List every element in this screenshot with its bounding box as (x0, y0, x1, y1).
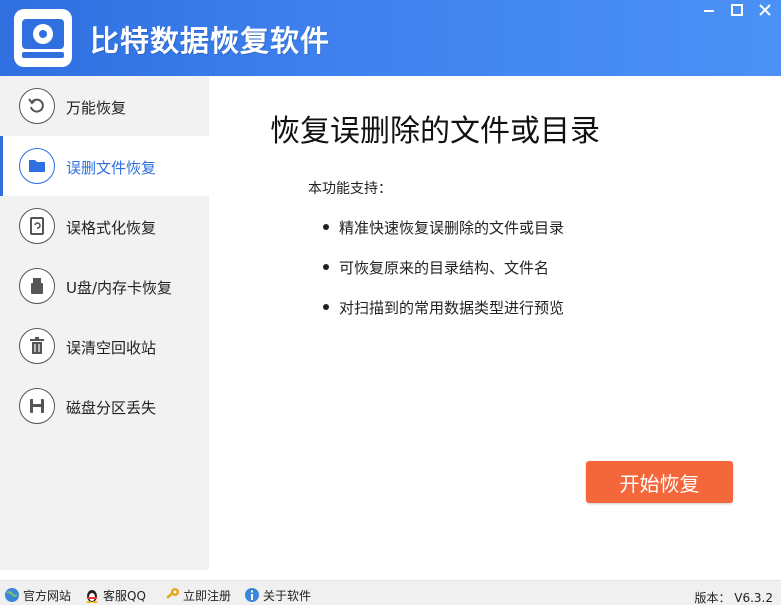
customer-qq-link[interactable]: 客服QQ (84, 586, 146, 604)
sidebar-item-format-recovery[interactable]: 误格式化恢复 (0, 196, 209, 256)
sidebar-item-label: 磁盘分区丢失 (66, 399, 157, 417)
about-software-link[interactable]: 关于软件 (244, 586, 311, 604)
official-website-link[interactable]: 官方网站 (4, 586, 71, 604)
sidebar-item-universal-recovery[interactable]: 万能恢复 (0, 76, 209, 136)
start-recovery-button[interactable]: 开始恢复 (586, 461, 733, 503)
status-bar: 官方网站 客服QQ 立即注册 关于软件 版本： V6.3.2 (0, 580, 781, 605)
qq-penguin-icon (86, 590, 98, 603)
page-title: 恢复误删除的文件或目录 (270, 114, 600, 149)
maximize-icon (731, 4, 743, 16)
maximize-button[interactable] (723, 0, 751, 20)
key-icon (166, 588, 179, 599)
sidebar-item-label: 误清空回收站 (66, 339, 157, 357)
sidebar-item-label: 万能恢复 (66, 99, 127, 117)
floppy-disk-icon (19, 388, 55, 424)
register-link[interactable]: 立即注册 (164, 586, 231, 604)
disk-format-icon (19, 208, 55, 244)
bullet-icon (323, 224, 329, 230)
sidebar-item-label: 误删文件恢复 (66, 159, 157, 177)
title-bar: 比特数据恢复软件 (0, 0, 781, 76)
folder-icon (19, 148, 55, 184)
sidebar-item-usb-recovery[interactable]: U盘/内存卡恢复 (0, 256, 209, 316)
trash-icon (19, 328, 55, 364)
support-label: 本功能支持： (308, 181, 392, 197)
app-title: 比特数据恢复软件 (90, 24, 331, 58)
usb-drive-icon (19, 268, 55, 304)
close-icon (759, 4, 771, 16)
restore-icon (19, 88, 55, 124)
sidebar-item-deleted-files[interactable]: 误删文件恢复 (0, 136, 209, 196)
info-globe-icon (245, 588, 259, 602)
bullet-icon (323, 264, 329, 270)
sidebar: 万能恢复 误删文件恢复 误格式化恢复 U盘/内存卡恢复 误清空回收站 磁盘分区丢… (0, 76, 209, 570)
bullet-icon (323, 304, 329, 310)
sidebar-item-partition-lost[interactable]: 磁盘分区丢失 (0, 376, 209, 436)
minimize-icon (704, 10, 714, 12)
sidebar-item-label: 误格式化恢复 (66, 219, 157, 237)
version-label: 版本： V6.3.2 (694, 591, 773, 605)
globe-icon (5, 588, 19, 602)
main-panel: 恢复误删除的文件或目录 本功能支持： 精准快速恢复误删除的文件或目录 可恢复原来… (209, 76, 781, 570)
sidebar-item-label: U盘/内存卡恢复 (66, 279, 173, 297)
disk-logo-icon (14, 9, 72, 67)
close-button[interactable] (751, 0, 779, 20)
minimize-button[interactable] (695, 0, 723, 20)
sidebar-item-recycle-bin[interactable]: 误清空回收站 (0, 316, 209, 376)
